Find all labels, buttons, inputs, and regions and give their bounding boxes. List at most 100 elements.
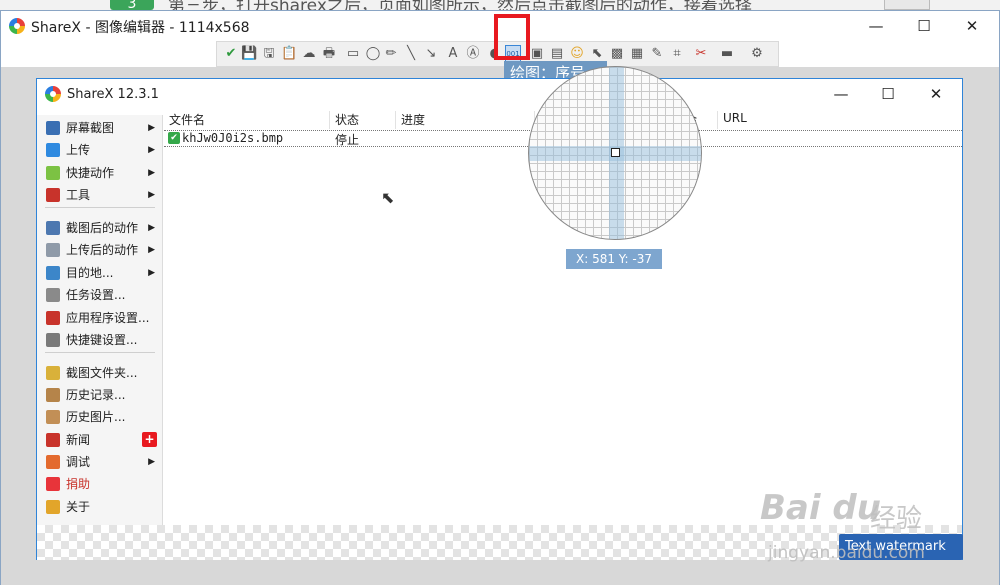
menu-item[interactable]: 截图后的动作 ▶ — [45, 218, 159, 238]
menu-item-label: 快捷键设置... — [66, 333, 138, 347]
submenu-arrow-icon: ▶ — [148, 457, 155, 467]
column-filename[interactable]: 文件名 — [169, 111, 205, 128]
maximize-button[interactable]: ☐ — [900, 11, 948, 41]
confirm-icon[interactable]: ✔ — [223, 46, 239, 62]
scroll-up-button[interactable] — [884, 0, 930, 10]
save-as-icon[interactable]: 🖫 — [261, 46, 277, 62]
submenu-arrow-icon: ▶ — [148, 268, 155, 278]
menu-separator — [45, 207, 155, 208]
edit-tools-icon[interactable]: ✂ — [693, 46, 709, 62]
blur-icon[interactable]: ▩ — [609, 46, 625, 62]
menu-item-label: 工具 — [66, 188, 91, 202]
destination-icon — [46, 266, 60, 280]
menu-item[interactable]: 截图文件夹... — [45, 363, 159, 383]
menu-item-label: 新闻 — [66, 433, 91, 447]
menu-item-label: 关于 — [66, 500, 91, 514]
submenu-arrow-icon: ▶ — [148, 190, 155, 200]
arrow-icon[interactable]: ↘ — [423, 46, 439, 62]
copy-icon[interactable]: 📋 — [281, 46, 297, 62]
menu-item[interactable]: 目的地... ▶ — [45, 263, 159, 283]
submenu-arrow-icon: ▶ — [148, 168, 155, 178]
heart-icon — [46, 477, 60, 491]
cursor-coordinates: X: 581 Y: -37 — [566, 249, 662, 269]
inner-maximize-button[interactable]: ☐ — [864, 79, 912, 109]
upload-icon[interactable]: ☁ — [301, 46, 317, 62]
menu-item-label: 历史图片... — [66, 410, 126, 424]
menu-item-label: 历史记录... — [66, 388, 126, 402]
image-icon[interactable]: ▣ — [529, 46, 545, 62]
gear-icon — [46, 288, 60, 302]
after-upload-icon — [46, 243, 60, 257]
wrench-icon — [46, 311, 60, 325]
submenu-arrow-icon: ▶ — [148, 245, 155, 255]
text-icon[interactable]: A — [445, 46, 461, 62]
step-badge: 3 — [110, 0, 154, 12]
history-icon — [46, 388, 60, 402]
column-status[interactable]: 状态 — [335, 111, 359, 128]
menu-item-label: 任务设置... — [66, 288, 126, 302]
baidu-url: jingyan.baidu.com — [768, 543, 925, 563]
freehand-icon[interactable]: ✏ — [383, 46, 399, 62]
inner-close-button[interactable]: ✕ — [912, 79, 960, 109]
highlight-box — [494, 14, 530, 60]
ellipse-icon[interactable]: ◯ — [365, 46, 381, 62]
magnifier-loupe — [528, 66, 702, 240]
text-background-icon[interactable]: Ⓐ — [465, 46, 481, 62]
inner-minimize-button[interactable]: — — [817, 79, 865, 109]
minimize-button[interactable]: — — [852, 11, 900, 41]
mouse-cursor-icon: ⬉ — [381, 188, 395, 207]
sticker-icon[interactable]: ☺ — [569, 46, 585, 62]
menu-item[interactable]: 历史记录... — [45, 385, 159, 405]
crown-icon — [46, 500, 60, 514]
menu-item[interactable]: 新闻 + — [45, 430, 159, 450]
image-dropdown-icon[interactable]: ▬ — [719, 46, 735, 62]
close-button[interactable]: ✕ — [948, 11, 996, 41]
menu-item-label: 调试 — [66, 455, 91, 469]
pixelate-icon[interactable]: ▦ — [629, 46, 645, 62]
menu-item-label: 屏幕截图 — [66, 121, 115, 135]
success-check-icon: ✔ — [168, 132, 180, 144]
menu-item[interactable]: 上传后的动作 ▶ — [45, 240, 159, 260]
toolbox-icon — [46, 188, 60, 202]
upload-arrow-icon — [46, 143, 60, 157]
menu-item[interactable]: 应用程序设置... — [45, 308, 159, 328]
news-badge-icon[interactable]: + — [142, 432, 157, 447]
menu-item[interactable]: 屏幕截图 ▶ — [45, 118, 159, 138]
print-icon[interactable]: 🖶 — [321, 46, 337, 62]
screenshot-icon — [46, 121, 60, 135]
megaphone-icon — [46, 433, 60, 447]
line-icon[interactable]: ╲ — [403, 46, 419, 62]
menu-item[interactable]: 工具 ▶ — [45, 185, 159, 205]
menu-item[interactable]: 历史图片... — [45, 407, 159, 427]
rectangle-icon[interactable]: ▭ — [345, 46, 361, 62]
save-icon[interactable]: 💾 — [241, 46, 257, 62]
menu-item-label: 上传后的动作 — [66, 243, 139, 257]
row-status: 停止 — [335, 133, 360, 147]
cursor-icon[interactable]: ⬉ — [589, 46, 605, 62]
menu-item-label: 快捷动作 — [66, 166, 115, 180]
crosshair-center — [611, 148, 620, 157]
image-history-icon — [46, 410, 60, 424]
column-divider — [717, 111, 718, 129]
sharex-title: ShareX 12.3.1 — [67, 87, 159, 102]
menu-item[interactable]: 任务设置... — [45, 285, 159, 305]
highlight-icon[interactable]: ✎ — [649, 46, 665, 62]
after-capture-icon — [46, 221, 60, 235]
baidu-jingyan-logo: 经验 — [870, 504, 923, 534]
menu-item[interactable]: 捐助 — [45, 474, 159, 494]
crop-icon[interactable]: ⌗ — [669, 46, 685, 62]
keyboard-icon — [46, 333, 60, 347]
menu-item[interactable]: 调试 ▶ — [45, 452, 159, 472]
menu-item[interactable]: 快捷键设置... — [45, 330, 159, 350]
menu-item[interactable]: 快捷动作 ▶ — [45, 163, 159, 183]
menu-item[interactable]: 上传 ▶ — [45, 140, 159, 160]
editor-title: ShareX - 图像编辑器 - 1114x568 — [31, 20, 250, 36]
traffic-cone-icon — [46, 455, 60, 469]
image-screen-icon[interactable]: ▤ — [549, 46, 565, 62]
column-progress[interactable]: 进度 — [401, 111, 425, 128]
menu-item-label: 上传 — [66, 143, 91, 157]
menu-item[interactable]: 关于 — [45, 497, 159, 517]
column-url[interactable]: URL — [723, 111, 747, 125]
menu-item-label: 截图后的动作 — [66, 221, 139, 235]
settings-icon[interactable]: ⚙ — [749, 46, 765, 62]
